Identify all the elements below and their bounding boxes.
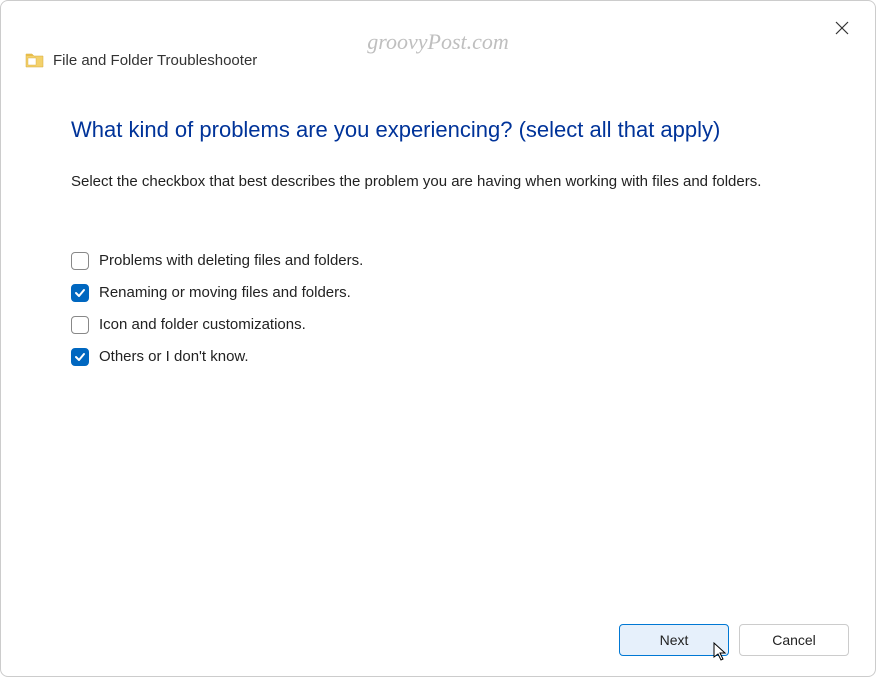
checkbox-row-renaming[interactable]: Renaming or moving files and folders.: [71, 284, 805, 302]
checkbox-label: Icon and folder customizations.: [99, 316, 306, 333]
content-area: What kind of problems are you experienci…: [1, 69, 875, 366]
window-title: File and Folder Troubleshooter: [53, 52, 257, 69]
checkbox-deleting[interactable]: [71, 252, 89, 270]
checkbox-list: Problems with deleting files and folders…: [71, 252, 805, 366]
checkmark-icon: [74, 287, 86, 299]
checkmark-icon: [74, 351, 86, 363]
troubleshooter-window: groovyPost.com File and Folder Troublesh…: [0, 0, 876, 677]
checkbox-label: Others or I don't know.: [99, 348, 249, 365]
checkbox-row-icons[interactable]: Icon and folder customizations.: [71, 316, 805, 334]
page-heading: What kind of problems are you experienci…: [71, 117, 805, 143]
checkbox-row-others[interactable]: Others or I don't know.: [71, 348, 805, 366]
close-button[interactable]: [833, 19, 851, 37]
folder-icon: [25, 51, 45, 69]
checkbox-renaming[interactable]: [71, 284, 89, 302]
page-description: Select the checkbox that best describes …: [71, 171, 805, 194]
checkbox-icons[interactable]: [71, 316, 89, 334]
close-icon: [835, 21, 849, 35]
cancel-button[interactable]: Cancel: [739, 624, 849, 656]
checkbox-others[interactable]: [71, 348, 89, 366]
next-button[interactable]: Next: [619, 624, 729, 656]
checkbox-row-deleting[interactable]: Problems with deleting files and folders…: [71, 252, 805, 270]
checkbox-label: Problems with deleting files and folders…: [99, 252, 363, 269]
footer-buttons: Next Cancel: [619, 624, 849, 656]
header-row: File and Folder Troubleshooter: [1, 1, 875, 69]
checkbox-label: Renaming or moving files and folders.: [99, 284, 351, 301]
